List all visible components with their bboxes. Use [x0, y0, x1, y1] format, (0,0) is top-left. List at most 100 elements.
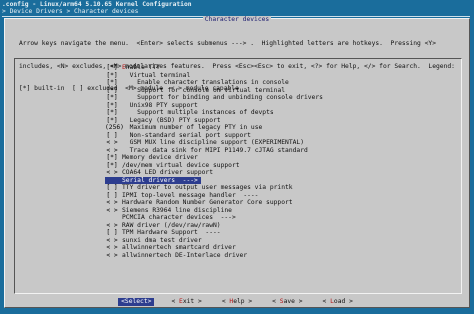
item-label: Support multiple instances of devpts: [122, 109, 274, 116]
item-text: Maximum number of legacy PTY in use: [129, 124, 263, 131]
item-text: PCMCIA character devices --->: [122, 214, 236, 221]
item-text: Support for console on virtual terminal: [137, 86, 286, 94]
load-button[interactable]: < Load >: [320, 298, 356, 306]
help-button[interactable]: < Help >: [219, 298, 255, 306]
menu-item[interactable]: < > Hardware Random Number Generator Core…: [105, 199, 445, 207]
menu-item[interactable]: [*] Support for console on virtual termi…: [105, 87, 445, 95]
menu-item[interactable]: PCMCIA character devices --->: [105, 214, 445, 222]
item-text: Unix98 PTY support: [129, 101, 198, 109]
item-state-mark[interactable]: [*]: [105, 109, 119, 117]
menu-item[interactable]: < > COA64 LED driver support: [105, 169, 445, 177]
button-bracket: <: [171, 298, 180, 305]
item-label: Trace data sink for MIPI P1149.7 cJTAG s…: [122, 147, 308, 154]
menu-item[interactable]: [*] Enable character translations in con…: [105, 79, 445, 87]
button-label: xit: [182, 298, 195, 305]
item-state-mark[interactable]: < >: [105, 147, 119, 155]
menu-item-selected[interactable]: Serial drivers --->: [105, 176, 201, 184]
menu-item[interactable]: [*] Virtual terminal: [105, 72, 445, 80]
menu-item[interactable]: < > Trace data sink for MIPI P1149.7 cJT…: [105, 147, 445, 155]
help-line: Arrow keys navigate the menu. <Enter> se…: [19, 40, 437, 47]
item-label: Siemens R3964 line discipline: [122, 207, 232, 214]
item-indent: [122, 117, 130, 124]
menu-item[interactable]: < > allwinnertech DE-Interlace driver: [105, 252, 445, 260]
menu-item[interactable]: [*] Legacy (BSD) PTY support: [105, 117, 445, 125]
item-label: Serial drivers --->: [122, 177, 198, 184]
item-text: nable TTY: [125, 64, 160, 71]
item-text: Memory device driver: [122, 154, 198, 161]
menu-item[interactable]: [ ] TTY driver to output user messages vi…: [105, 184, 445, 192]
menu-items: [*] Enable TTY [*] Virtual terminal [*] Ena…: [105, 64, 445, 259]
button-bracket: >: [147, 298, 152, 305]
menu-item[interactable]: [*] Enable TTY: [105, 64, 445, 72]
item-state-mark[interactable]: < >: [105, 222, 119, 230]
menu-item[interactable]: < > GSM MUX line discipline support (EXP…: [105, 139, 445, 147]
item-state-mark[interactable]: [*]: [105, 79, 119, 87]
item-label: GSM MUX line discipline support (EXPERIM…: [122, 139, 304, 146]
item-state-mark[interactable]: < >: [105, 207, 119, 215]
item-text: /dev/mem virtual device support: [122, 161, 240, 169]
item-text: Trace data sink for MIPI P1149.7 cJTAG s…: [129, 146, 308, 154]
menuconfig-dialog: Character devices Arrow keys navigate th…: [4, 16, 470, 308]
menu-item[interactable]: [ ] IPMI top-level message handler ----: [105, 192, 445, 200]
item-state-mark[interactable]: < >: [105, 169, 119, 177]
menu-item[interactable]: [*] Support for binding and unbinding co…: [105, 94, 445, 102]
button-bar: <Select> < Exit > < Help > < Save > < Load >: [5, 298, 469, 306]
item-text: Support multiple instances of devpts: [137, 109, 274, 116]
menu-item[interactable]: [ ] Non-standard serial port support: [105, 132, 445, 140]
item-state-mark[interactable]: [ ]: [105, 229, 119, 237]
item-state-mark[interactable]: [*]: [105, 64, 119, 72]
save-button[interactable]: < Save >: [269, 298, 305, 306]
menu-item[interactable]: [*] Memory device driver: [105, 154, 445, 162]
menu-item[interactable]: (256) Maximum number of legacy PTY in us…: [105, 124, 445, 132]
item-text: allwinnertech DE-Interlace driver: [122, 251, 248, 259]
item-label: Memory device driver: [122, 154, 198, 161]
button-bracket: <: [322, 298, 331, 305]
menu-item[interactable]: [ ] TPM Hardware Support ----: [105, 229, 445, 237]
item-state-mark[interactable]: (256): [105, 124, 124, 132]
item-text: allwinnertech smartcard driver: [122, 244, 236, 251]
item-state-mark[interactable]: < >: [105, 139, 119, 147]
item-text: sunxi dma test driver: [122, 236, 202, 244]
item-state-mark[interactable]: < >: [105, 252, 119, 260]
item-indent: [122, 132, 130, 139]
menu-item[interactable]: < > sunxi dma test driver: [105, 237, 445, 245]
item-text: Non-standard serial port support: [129, 131, 251, 139]
item-state-mark[interactable]: [*]: [105, 87, 119, 95]
item-state-mark[interactable]: [*]: [105, 94, 119, 102]
item-label: Maximum number of legacy PTY in use: [122, 124, 263, 131]
item-label: Support for binding and unbinding consol…: [122, 94, 323, 101]
dialog-title: Character devices: [202, 16, 272, 23]
item-indent: [122, 94, 137, 101]
menu-item[interactable]: [*]/dev/mem virtual device support: [105, 162, 445, 170]
item-label: Support for console on virtual terminal: [122, 87, 285, 94]
item-state-mark[interactable]: [ ]: [105, 184, 119, 192]
button-bracket: <: [272, 298, 280, 305]
item-state-mark[interactable]: [*]: [105, 102, 119, 110]
button-bracket: >: [194, 298, 202, 305]
item-state-mark[interactable]: [*]: [105, 154, 119, 162]
item-text: TTY driver to output user messages via p…: [122, 184, 293, 191]
item-state-mark[interactable]: [*]: [105, 72, 119, 80]
menu-item[interactable]: [*] Unix98 PTY support: [105, 102, 445, 110]
item-label: Non-standard serial port support: [122, 132, 251, 139]
item-label: RAW driver (/dev/raw/rawN): [122, 222, 221, 229]
menu-item[interactable]: < > Siemens R3964 line discipline: [105, 207, 445, 215]
item-text: IPMI top-level message handler ----: [122, 191, 259, 199]
item-state-mark[interactable]: [ ]: [105, 132, 119, 140]
item-text: TPM Hardware Support ----: [122, 229, 221, 236]
select-button[interactable]: <Select>: [118, 298, 155, 306]
button-bracket: >: [294, 298, 303, 305]
item-state-mark[interactable]: < >: [105, 237, 119, 245]
item-text: erial drivers --->: [125, 176, 198, 184]
item-state-mark[interactable]: [*]: [105, 162, 119, 170]
item-label: Enable character translations in console: [122, 79, 289, 86]
exit-button[interactable]: < Exit >: [168, 298, 204, 306]
item-state-mark[interactable]: [*]: [105, 117, 119, 125]
item-state-mark[interactable]: [ ]: [105, 192, 119, 200]
item-state-mark[interactable]: < >: [105, 199, 119, 207]
menu-item[interactable]: < > allwinnertech smartcard driver: [105, 244, 445, 252]
menu-item[interactable]: [*] Support multiple instances of devpts: [105, 109, 445, 117]
button-bracket: >: [244, 298, 253, 305]
item-state-mark[interactable]: < >: [105, 244, 119, 252]
menu-item[interactable]: < > RAW driver (/dev/raw/rawN): [105, 222, 445, 230]
